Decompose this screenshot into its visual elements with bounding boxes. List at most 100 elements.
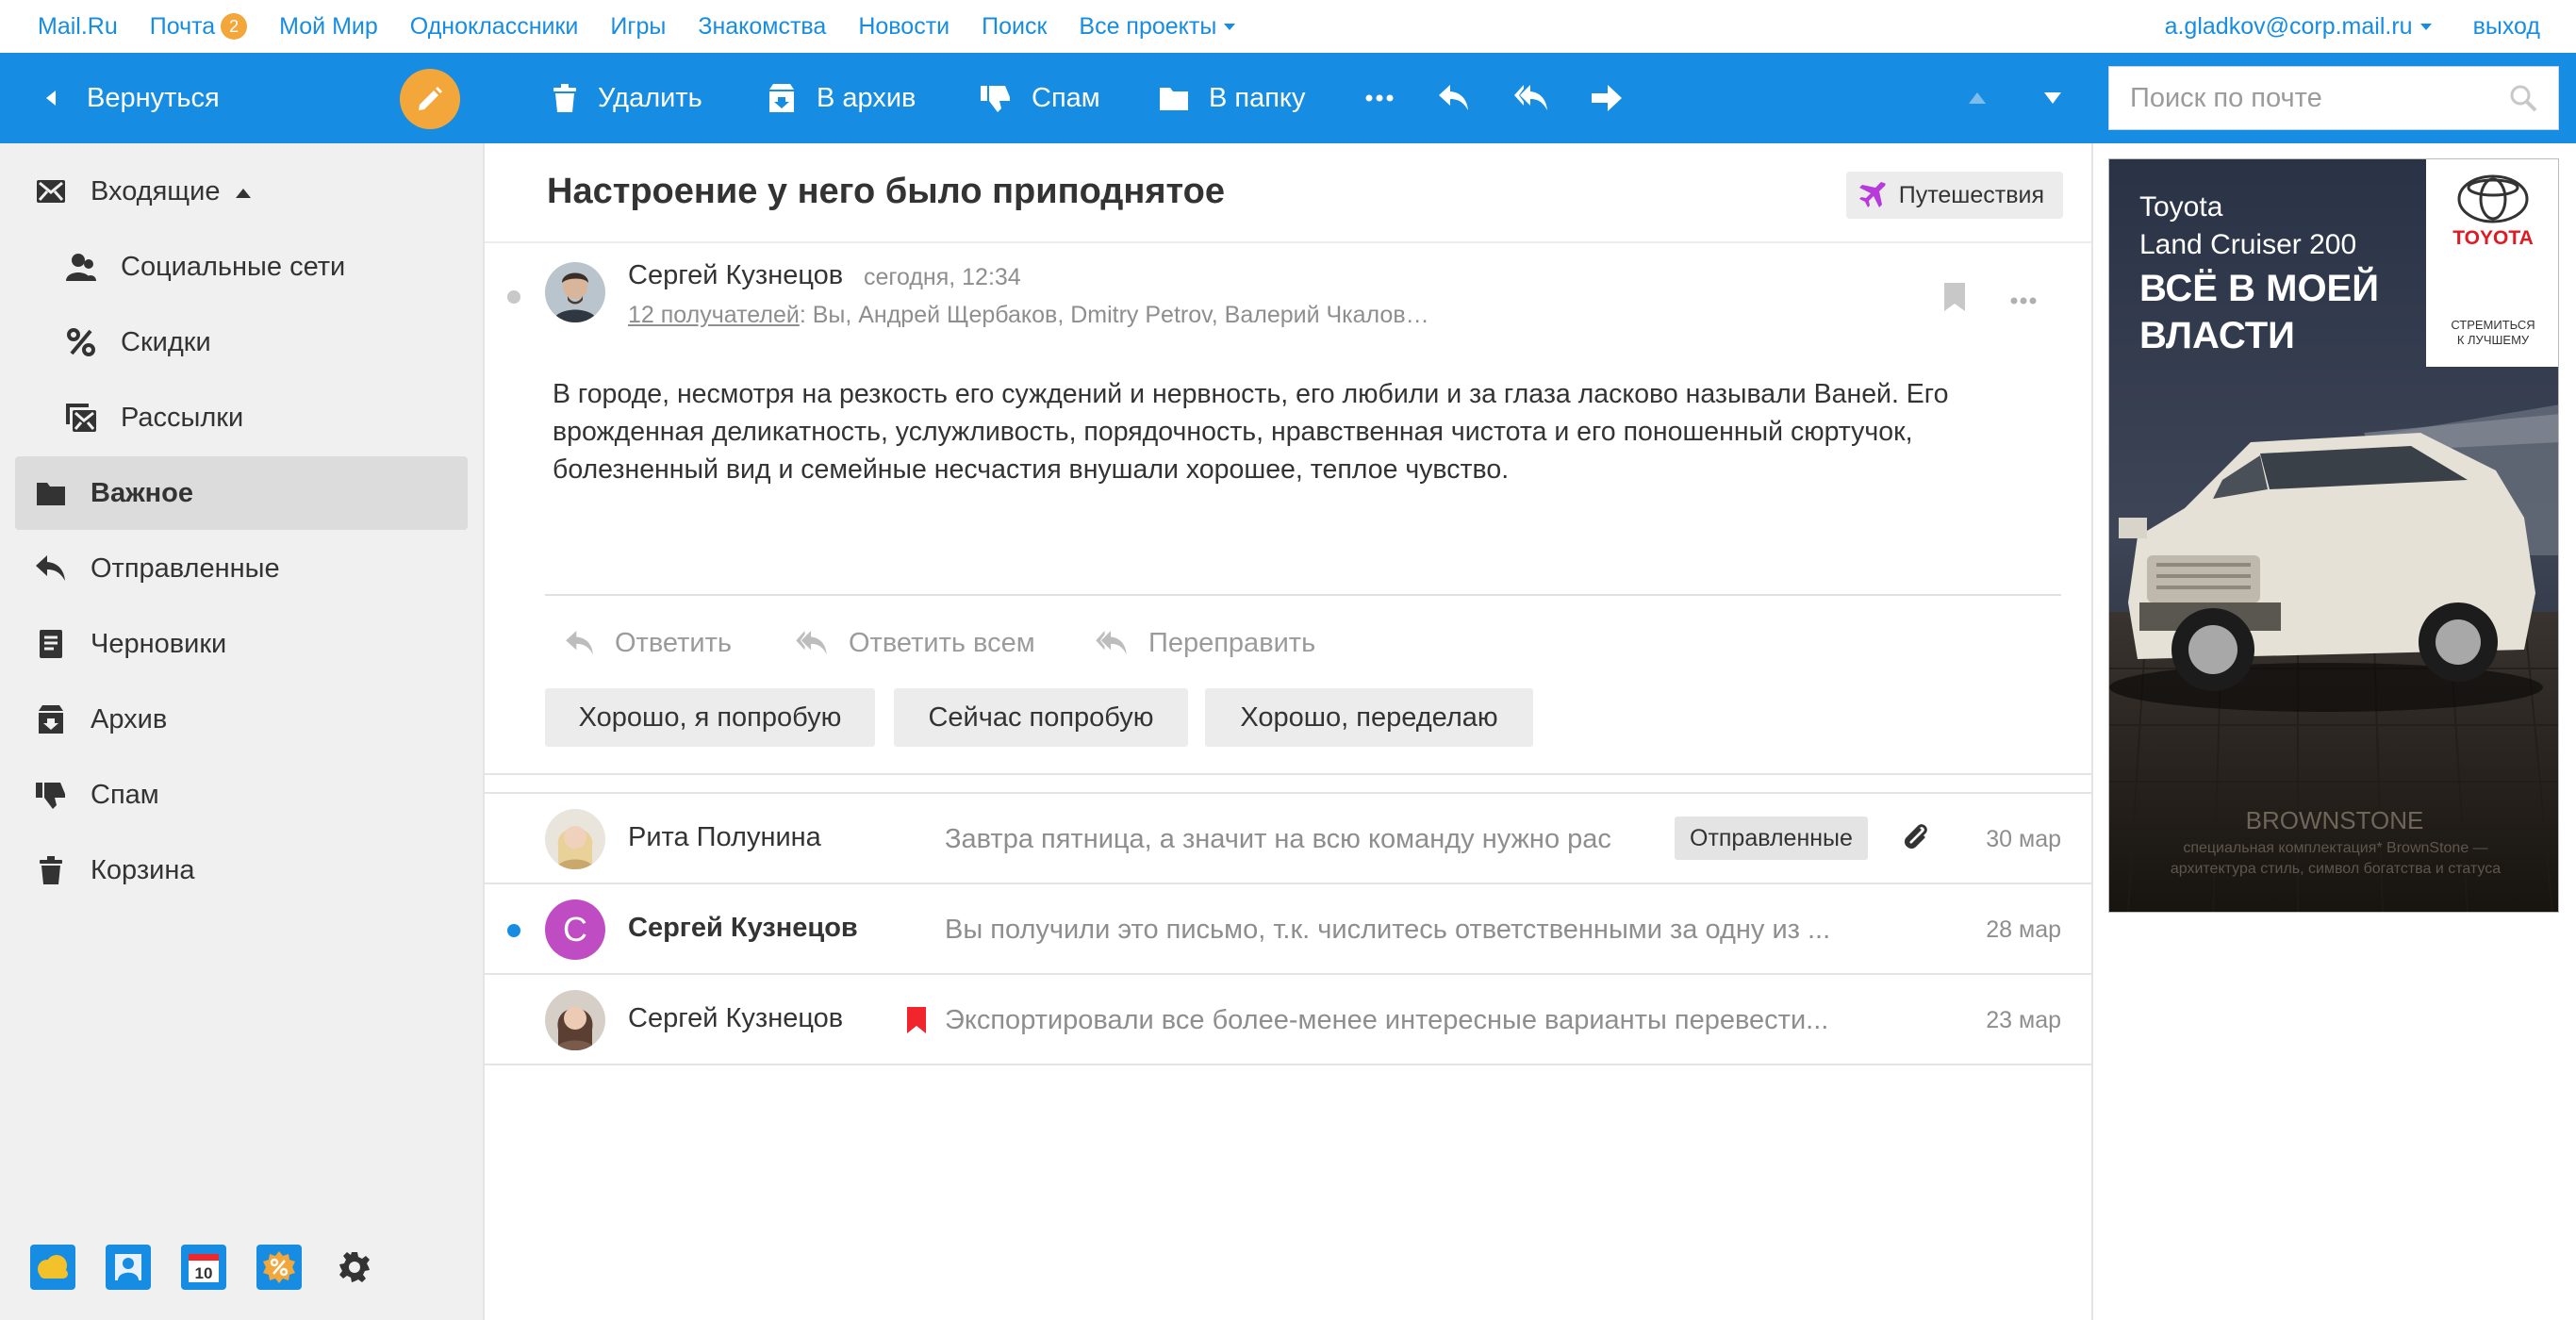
letter-subject: Настроение у него было приподнятое [547, 172, 1225, 211]
sidebar-item-important[interactable]: Важное [15, 456, 468, 530]
portal-link-mail[interactable]: Почта 2 [150, 13, 248, 41]
thread-row[interactable]: С Сергей Кузнецов Вы получили это письмо… [485, 884, 2091, 975]
thread-from: Рита Полунина [628, 822, 821, 852]
portal-link-all-projects[interactable]: Все проекты [1079, 13, 1236, 41]
sidebar-item-trash[interactable]: Корзина [15, 833, 468, 907]
discounts-app-icon[interactable] [256, 1245, 302, 1290]
mail-search[interactable] [2108, 66, 2559, 130]
portal-link-mymir[interactable]: Мой Мир [279, 13, 378, 41]
portal-bar: Mail.Ru Почта 2 Мой Мир Одноклассники Игр… [0, 0, 2576, 53]
unread-dot[interactable] [507, 924, 520, 937]
back-label: Вернуться [87, 82, 220, 113]
sidebar-item-social[interactable]: Социальные сети [15, 230, 468, 304]
thread-date: 23 мар [1986, 1007, 2061, 1033]
logout-link[interactable]: выход [2473, 13, 2540, 41]
thread-row[interactable]: Рита Полунина Завтра пятница, а значит н… [485, 794, 2091, 884]
thread-from: Сергей Кузнецов [628, 913, 858, 943]
quick-reply-button[interactable]: Хорошо, я попробую [545, 688, 875, 747]
reply-button[interactable] [1439, 53, 1469, 143]
search-input[interactable] [2130, 82, 2509, 114]
recipients-count-link[interactable]: 12 получателей [628, 302, 800, 328]
forward-button[interactable] [1592, 53, 1622, 143]
forward-label: Переправить [1148, 627, 1316, 658]
portal-link-search[interactable]: Поиск [982, 13, 1047, 41]
read-status-dot[interactable] [507, 290, 520, 304]
folder-label-badge[interactable]: Отправленные [1675, 817, 1868, 860]
sidebar-item-spam[interactable]: Спам [15, 758, 468, 832]
flag-icon[interactable] [907, 1007, 926, 1038]
delete-button[interactable]: Удалить [553, 53, 702, 143]
sidebar-item-drafts[interactable]: Черновики [15, 607, 468, 681]
sidebar-item-label: Социальные сети [121, 251, 346, 282]
percent-icon [66, 327, 96, 357]
sidebar-item-label: Архив [91, 703, 168, 734]
cloud-app-icon[interactable] [30, 1245, 75, 1290]
reply-icon [1439, 85, 1468, 110]
sidebar-item-discounts[interactable]: Скидки [15, 305, 468, 379]
next-message-button[interactable] [2044, 53, 2061, 143]
forward-link[interactable]: Переправить [1096, 622, 1315, 664]
chevron-down-icon [1224, 23, 1236, 30]
reply-all-label: Ответить всем [849, 627, 1035, 658]
compose-button[interactable] [400, 69, 460, 129]
reply-all-icon [1514, 85, 1547, 110]
thread-snippet: Вы получили это письмо, т.к. числитесь о… [945, 915, 1831, 945]
contacts-app-icon[interactable] [106, 1245, 151, 1290]
thread-from: Сергей Кузнецов [628, 1003, 844, 1033]
thread-date: 30 мар [1986, 826, 2061, 852]
thread-date: 28 мар [1986, 916, 2061, 943]
ad-brand: TOYOTA [2452, 227, 2534, 249]
calendar-app-icon[interactable]: 10 [181, 1245, 226, 1290]
portal-link-mailru[interactable]: Mail.Ru [38, 13, 118, 41]
ad-slogan-2: К ЛУЧШЕМУ [2457, 333, 2530, 347]
forward-arrow-icon [1592, 85, 1622, 111]
portal-link-dating[interactable]: Знакомства [698, 13, 826, 41]
folder-icon [1160, 88, 1188, 110]
flag-letter-button[interactable] [1944, 283, 1965, 316]
airplane-icon [1858, 182, 1886, 207]
sidebar-item-label: Отправленные [91, 553, 280, 584]
reply-all-button[interactable] [1514, 53, 1548, 143]
quick-reply-button[interactable]: Сейчас попробую [894, 688, 1188, 747]
thumbs-down-icon [981, 86, 1010, 112]
travel-tag[interactable]: Путешествия [1845, 172, 2063, 219]
avatar[interactable] [545, 262, 605, 322]
thread-row[interactable]: Сергей Кузнецов Экспортировали все более… [485, 975, 2091, 1065]
sidebar-item-label: Рассылки [121, 402, 244, 433]
avatar: С [545, 899, 605, 960]
reply-link[interactable]: Ответить [566, 622, 732, 664]
collapse-triangle-icon[interactable] [235, 188, 251, 198]
portal-link-games[interactable]: Игры [610, 13, 666, 41]
back-button[interactable]: Вернуться [43, 53, 220, 143]
bookmark-icon [1944, 283, 1965, 311]
ad-slogan-1: СТРЕМИТЬСЯ [2451, 318, 2535, 332]
sidebar-item-newsletters[interactable]: Рассылки [15, 381, 468, 454]
more-actions-button[interactable] [1365, 53, 1394, 143]
user-email: a.gladkov@corp.mail.ru [2164, 12, 2413, 40]
thread-snippet: Экспортировали все более-менее интересны… [945, 1005, 1829, 1035]
move-to-folder-button[interactable]: В папку [1160, 53, 1305, 143]
letter-date: сегодня, 12:34 [864, 264, 1021, 290]
sidebar-item-sent[interactable]: Отправленные [15, 532, 468, 605]
ad-model-1: Toyota [2139, 191, 2223, 223]
archive-icon [36, 704, 66, 734]
ad-banner[interactable]: TOYOTA СТРЕМИТЬСЯ К ЛУЧШЕМУ Toyota Land … [2108, 158, 2559, 913]
sidebar-item-inbox[interactable]: Входящие [15, 155, 468, 228]
settings-gear-icon[interactable] [332, 1245, 377, 1290]
avatar [545, 809, 605, 869]
portal-link-news[interactable]: Новости [858, 13, 949, 41]
sidebar-item-label: Важное [91, 477, 193, 508]
portal-link-ok[interactable]: Одноклассники [410, 13, 579, 41]
spam-button[interactable]: Спам [981, 53, 1100, 143]
letter-more-button[interactable] [2010, 292, 2037, 309]
archive-button[interactable]: В архив [768, 53, 916, 143]
sidebar-item-archive[interactable]: Архив [15, 683, 468, 756]
reply-all-link[interactable]: Ответить всем [796, 622, 1035, 664]
quick-reply-button[interactable]: Хорошо, переделаю [1205, 688, 1533, 747]
thread-list: Рита Полунина Завтра пятница, а значит н… [485, 792, 2091, 1065]
prev-message-button[interactable] [1969, 53, 1986, 143]
letter-sender[interactable]: Сергей Кузнецов [628, 260, 843, 291]
trash-icon [553, 84, 576, 112]
archive-label: В архив [817, 82, 916, 113]
user-menu[interactable]: a.gladkov@corp.mail.ru [2165, 13, 2432, 41]
